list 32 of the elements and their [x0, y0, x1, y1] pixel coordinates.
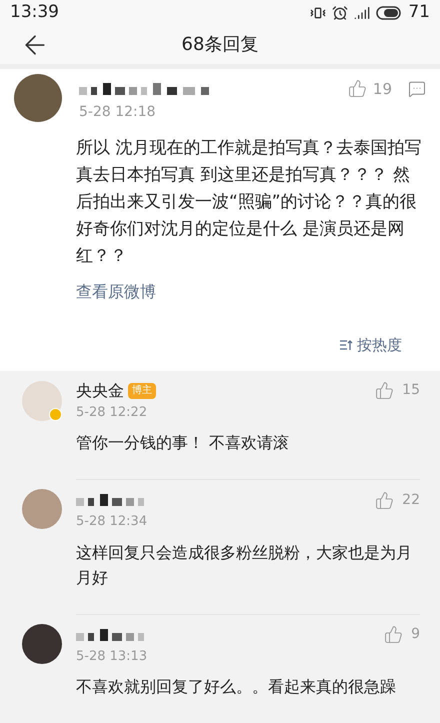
- username[interactable]: 央央金: [76, 378, 124, 402]
- comment-date: 5-28 12:34: [76, 513, 148, 531]
- avatar[interactable]: [14, 74, 62, 122]
- like-button[interactable]: 15: [375, 380, 420, 401]
- comment-text: 管你一分钱的事！ 不喜欢请滚: [76, 432, 290, 454]
- avatar[interactable]: [22, 624, 62, 664]
- comment-icon[interactable]: [408, 80, 426, 98]
- comment-date: 5-28 12:22: [76, 404, 148, 422]
- like-button[interactable]: 19: [348, 78, 392, 100]
- alarm-icon: [332, 4, 348, 21]
- comment-date: 5-28 12:18: [79, 103, 157, 122]
- comment-text: 这样回复只会造成很多粉丝脱粉，大家也是为月月好: [76, 542, 413, 588]
- sort-icon: [339, 339, 353, 352]
- view-original-link[interactable]: 查看原微博: [76, 280, 426, 304]
- comment-date: 5-28 13:13: [76, 648, 148, 666]
- thumbs-up-icon: [384, 625, 404, 644]
- role-badge: 博主: [128, 382, 156, 398]
- blurred-name-drawing: [76, 626, 146, 642]
- like-button[interactable]: 9: [384, 624, 420, 645]
- page-title: 68条回复: [182, 33, 258, 57]
- comment-text: 所以 沈月现在的工作就是拍写真？去泰国拍写真去日本拍写真 到这里还是拍写真？？？ 然后拍出来又引发一波“照骗”的讨论？？真的很好奇你们对沈月的定位是什么 是演员还是网红？？: [76, 137, 422, 268]
- battery-level: 71: [408, 1, 430, 24]
- status-time: 13:39: [10, 1, 59, 24]
- battery-icon: [376, 6, 402, 20]
- thumbs-up-icon: [348, 79, 367, 98]
- thumbs-up-icon: [375, 490, 394, 510]
- like-button[interactable]: 22: [375, 490, 420, 510]
- thumbs-up-icon: [375, 381, 394, 400]
- comment-text: 不喜欢就别回复了好么。。看起来真的很急躁: [76, 676, 397, 698]
- vibrate-icon: [310, 4, 326, 21]
- signal-icon: [354, 4, 370, 21]
- sort-button[interactable]: 按热度: [339, 334, 402, 356]
